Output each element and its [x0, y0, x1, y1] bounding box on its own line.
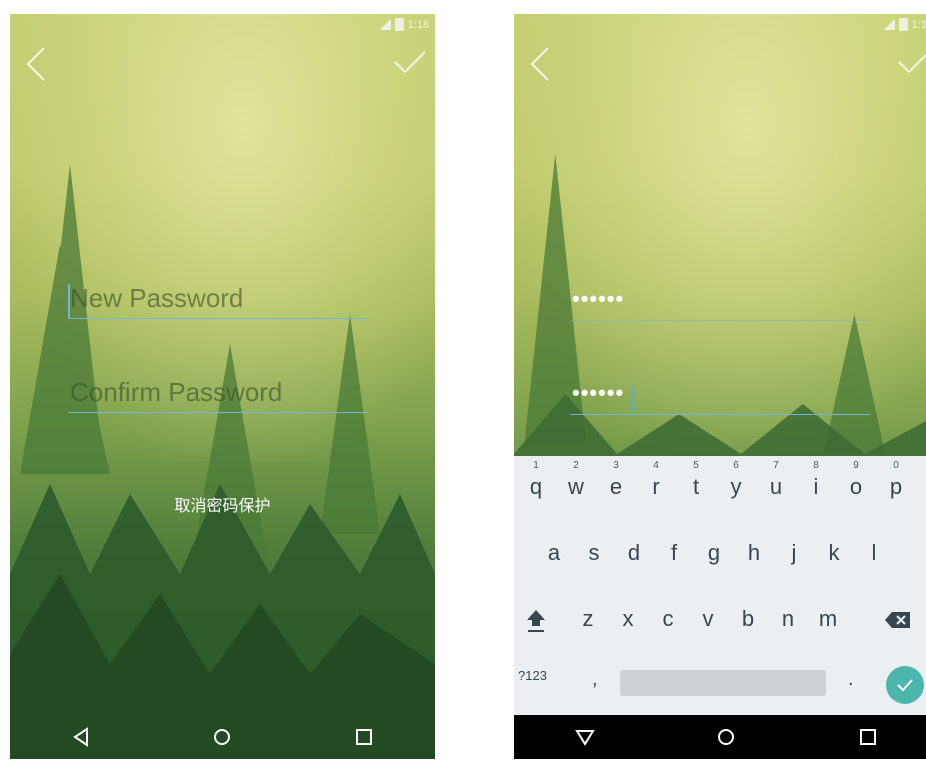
key-j[interactable]: j [776, 528, 812, 578]
space-bar[interactable] [620, 670, 826, 696]
key-s[interactable]: s [576, 528, 612, 578]
system-nav-bar [10, 715, 435, 759]
key-o[interactable]: 9o [838, 460, 874, 512]
key-r[interactable]: 4r [638, 460, 674, 512]
keyboard-row-1: 1q 2w 3e 4r 5t 6y 7u 8i 9o 0p [514, 460, 926, 512]
key-g[interactable]: g [696, 528, 732, 578]
back-chevron-icon[interactable] [22, 44, 52, 84]
period-key[interactable]: . [848, 668, 854, 691]
battery-icon [898, 18, 908, 31]
shift-icon[interactable] [524, 608, 548, 634]
status-time: 1:18 [911, 18, 926, 31]
status-time: 1:18 [407, 18, 429, 31]
keyboard-row-3: z x c v b n m [514, 594, 926, 644]
key-a[interactable]: a [536, 528, 572, 578]
status-bar: 1:18 [378, 18, 429, 31]
key-p[interactable]: 0p [878, 460, 914, 512]
confirm-password-field[interactable]: •••••• [570, 374, 870, 415]
checkmark-icon[interactable] [393, 48, 427, 78]
key-q[interactable]: 1q [518, 460, 554, 512]
status-bar: 1:18 [882, 18, 926, 31]
text-caret [632, 386, 634, 412]
backspace-icon[interactable] [884, 610, 912, 630]
new-password-field[interactable]: •••••• [570, 280, 870, 321]
symbols-key[interactable]: ?123 [518, 668, 547, 683]
new-password-field[interactable]: New Password [68, 278, 368, 319]
key-w[interactable]: 2w [558, 460, 594, 512]
key-v[interactable]: v [690, 594, 726, 644]
system-nav-bar [514, 715, 926, 759]
key-t[interactable]: 5t [678, 460, 714, 512]
key-n[interactable]: n [770, 594, 806, 644]
key-u[interactable]: 7u [758, 460, 794, 512]
key-i[interactable]: 8i [798, 460, 834, 512]
signal-icon [378, 19, 391, 30]
nav-recents-icon[interactable] [352, 725, 376, 749]
new-password-value: •••••• [572, 286, 625, 311]
battery-icon [394, 18, 404, 31]
nav-back-icon[interactable] [573, 725, 597, 749]
checkmark-icon[interactable] [897, 48, 926, 78]
right-screen: 1:18 •••••• •••••• 1q 2w 3e 4r 5t 6y 7u … [514, 14, 926, 759]
enter-key[interactable] [886, 666, 924, 704]
nav-recents-icon[interactable] [856, 725, 880, 749]
signal-icon [882, 19, 895, 30]
key-k[interactable]: k [816, 528, 852, 578]
key-c[interactable]: c [650, 594, 686, 644]
soft-keyboard: 1q 2w 3e 4r 5t 6y 7u 8i 9o 0p a s d f g … [514, 456, 926, 715]
key-x[interactable]: x [610, 594, 646, 644]
confirm-password-placeholder: Confirm Password [70, 377, 283, 407]
back-chevron-icon[interactable] [526, 44, 556, 84]
nav-home-icon[interactable] [210, 725, 234, 749]
key-b[interactable]: b [730, 594, 766, 644]
key-d[interactable]: d [616, 528, 652, 578]
key-l[interactable]: l [856, 528, 892, 578]
comma-key[interactable]: , [592, 668, 598, 691]
key-e[interactable]: 3e [598, 460, 634, 512]
enter-check-icon [897, 679, 913, 692]
key-m[interactable]: m [810, 594, 846, 644]
keyboard-row-2: a s d f g h j k l [514, 528, 926, 578]
confirm-password-field[interactable]: Confirm Password [68, 372, 368, 413]
key-h[interactable]: h [736, 528, 772, 578]
key-z[interactable]: z [570, 594, 606, 644]
nav-back-icon[interactable] [69, 725, 93, 749]
key-y[interactable]: 6y [718, 460, 754, 512]
cancel-password-protection-link[interactable]: 取消密码保护 [10, 492, 435, 516]
confirm-password-value: •••••• [572, 380, 625, 405]
left-screen: 1:18 New Password Confirm Password 取消密码保… [10, 14, 435, 759]
nav-home-icon[interactable] [714, 725, 738, 749]
new-password-placeholder: New Password [70, 283, 244, 313]
key-f[interactable]: f [656, 528, 692, 578]
